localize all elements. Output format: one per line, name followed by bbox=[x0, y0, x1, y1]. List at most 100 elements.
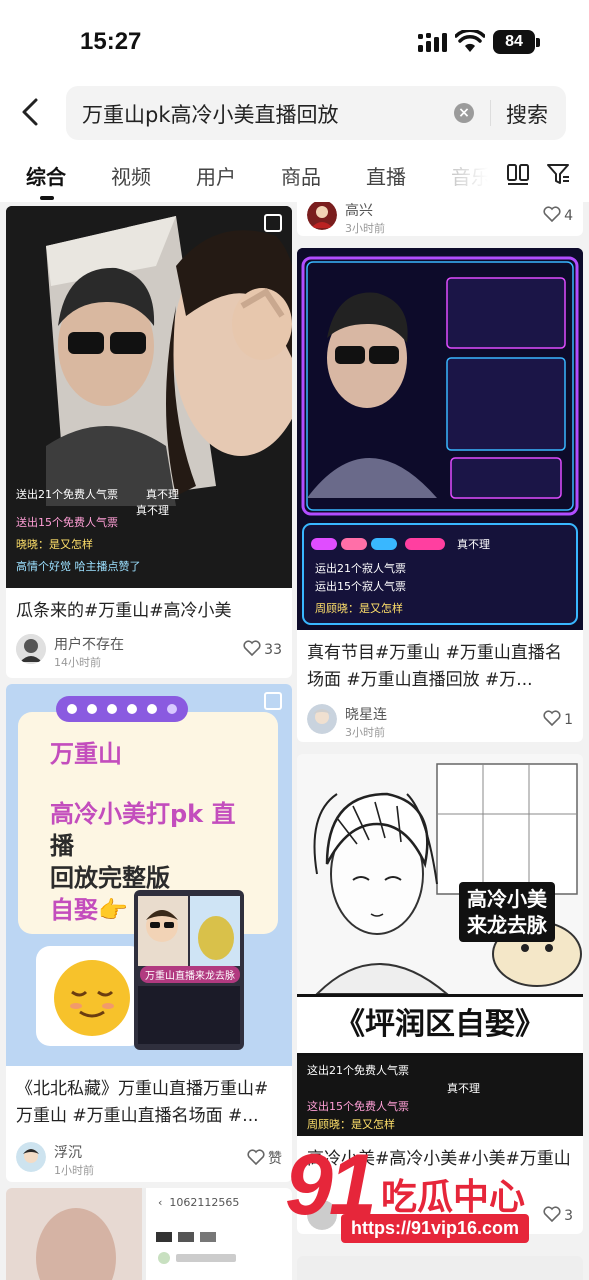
layout-toggle-icon[interactable] bbox=[506, 162, 530, 186]
heart-icon bbox=[543, 710, 561, 726]
card-title[interactable]: 真有节目#万重山 #万重山直播名场面 #万重山直播回放 #万... bbox=[307, 640, 573, 694]
overlay-line: 真不理 bbox=[146, 488, 179, 501]
overlay-line: 真不理 bbox=[457, 538, 490, 551]
post-time: 3小时前 bbox=[345, 726, 385, 739]
like-button[interactable]: 33 bbox=[243, 640, 282, 658]
filter-icon[interactable] bbox=[546, 162, 570, 186]
manga-label: 高冷小美 bbox=[467, 887, 547, 911]
overlay-line: 周顾晓：是又怎样 bbox=[315, 602, 403, 615]
avatar[interactable] bbox=[307, 704, 337, 734]
card-meta: 浮沉 1小时前 赞 bbox=[16, 1142, 282, 1178]
like-count: 赞 bbox=[268, 1151, 282, 1167]
card-title[interactable]: 《北北私藏》万重山直播万重山#万重山 #万重山直播名场面 #... bbox=[16, 1076, 282, 1130]
result-card[interactable]: 送出21个免费人气票 真不理 送出15个免费人气票 真不理 晓晓：是又怎样 高情… bbox=[6, 206, 292, 678]
poster-line: 播 bbox=[50, 832, 74, 860]
poster-line: 万重山 bbox=[50, 740, 122, 768]
wifi-icon bbox=[455, 30, 485, 52]
card-thumbnail[interactable]: 高冷小美 来龙去脉 《坪润区自娶》 这出21个免费人气票 真不理 这出15个免费… bbox=[297, 754, 583, 1136]
manga-thumbnail bbox=[297, 754, 583, 995]
overlay-line: 这出21个免费人气票 bbox=[307, 1064, 409, 1077]
card-thumbnail[interactable]: 送出21个免费人气票 真不理 送出15个免费人气票 真不理 晓晓：是又怎样 高情… bbox=[6, 206, 292, 588]
search-number: ‹ 1062112565 bbox=[158, 1196, 240, 1209]
poster-line: 自娶👉 bbox=[50, 896, 128, 924]
overlay-line: 这出15个免费人气票 bbox=[307, 1100, 409, 1113]
livestream-thumbnail bbox=[6, 206, 292, 588]
like-count: 1 bbox=[564, 712, 573, 728]
poster-caption: 万重山直播来龙去脉 bbox=[140, 966, 240, 983]
back-button[interactable] bbox=[12, 92, 52, 132]
like-button[interactable]: 1 bbox=[543, 710, 573, 728]
multi-image-icon bbox=[264, 692, 282, 710]
post-time: 3小时前 bbox=[345, 222, 385, 235]
card-thumbnail[interactable]: 万重山 高冷小美打pk 直 播 回放完整版 自娶👉 万重山直播来龙去脉 bbox=[6, 684, 292, 1066]
tab-products[interactable]: 商品 bbox=[281, 161, 321, 190]
overlay-line: 运出15个寂人气票 bbox=[315, 580, 406, 593]
overlay-line: 周顾晓：是又怎样 bbox=[307, 1118, 395, 1131]
tab-bar: 综合 视频 用户 商品 直播 音乐 bbox=[0, 146, 589, 202]
card-title[interactable]: 瓜条来的#万重山#高冷小美 bbox=[16, 598, 282, 625]
tab-users[interactable]: 用户 bbox=[196, 161, 236, 190]
card-meta: 高兴 3小时前 4 bbox=[307, 202, 573, 236]
status-time: 15:27 bbox=[80, 28, 142, 55]
avatar[interactable] bbox=[307, 202, 337, 230]
post-time: 1小时前 bbox=[54, 1164, 94, 1177]
poster-line: 高冷小美打pk 直 bbox=[50, 800, 236, 828]
watermark: 91 吃瓜中心 https://91vip16.com bbox=[285, 1140, 585, 1260]
results-feed: 送出21个免费人气票 真不理 送出15个免费人气票 真不理 晓晓：是又怎样 高情… bbox=[0, 202, 589, 1280]
result-card[interactable]: 真不理 运出21个寂人气票 运出15个寂人气票 周顾晓：是又怎样 真有节目#万重… bbox=[297, 248, 583, 742]
divider bbox=[490, 100, 491, 126]
author-name[interactable]: 用户不存在 bbox=[54, 634, 124, 654]
overlay-line: 真不理 bbox=[136, 504, 169, 517]
result-card-partial[interactable]: ‹ 1062112565 bbox=[6, 1188, 292, 1280]
search-query-text[interactable]: 万重山pk高冷小美直播回放 bbox=[82, 99, 339, 129]
manga-label: 来龙去脉 bbox=[467, 913, 547, 937]
active-tab-indicator bbox=[40, 196, 54, 200]
post-time: 14小时前 bbox=[54, 656, 101, 669]
poster-toolbar bbox=[56, 696, 188, 722]
like-count: 4 bbox=[564, 208, 573, 224]
heart-icon bbox=[247, 1149, 265, 1165]
result-card[interactable]: 万重山 高冷小美打pk 直 播 回放完整版 自娶👉 万重山直播来龙去脉 《北北私… bbox=[6, 684, 292, 1182]
app-screen: 15:27 84 万重山pk高冷小美直播回放 × 搜索 综合 视频 用户 商品 … bbox=[0, 0, 589, 1280]
overlay-line: 送出15个免费人气票 bbox=[16, 516, 118, 529]
search-header: 万重山pk高冷小美直播回放 × 搜索 bbox=[0, 80, 589, 146]
overlay-line: 运出21个寂人气票 bbox=[315, 562, 406, 575]
search-number-text: 1062112565 bbox=[169, 1196, 240, 1209]
watermark-brand: 吃瓜中心 bbox=[381, 1177, 526, 1218]
author-name[interactable]: 高兴 bbox=[345, 202, 373, 220]
card-meta: 用户不存在 14小时前 33 bbox=[16, 634, 282, 670]
search-button[interactable]: 搜索 bbox=[506, 99, 548, 129]
overlay-line: 晓晓：是又怎样 bbox=[16, 538, 93, 551]
watermark-url: https://91vip16.com bbox=[341, 1214, 530, 1243]
multi-image-icon bbox=[264, 214, 282, 232]
tab-fade bbox=[432, 146, 502, 202]
battery-indicator: 84 bbox=[493, 30, 535, 54]
tab-comprehensive[interactable]: 综合 bbox=[26, 161, 66, 190]
like-button[interactable]: 4 bbox=[543, 206, 573, 224]
relieved-emoji-icon bbox=[36, 946, 144, 1046]
author-name[interactable]: 浮沉 bbox=[54, 1142, 82, 1162]
overlay-line: 送出21个免费人气票 bbox=[16, 488, 118, 501]
card-thumbnail bbox=[6, 1188, 292, 1280]
heart-icon bbox=[243, 640, 261, 656]
search-input[interactable]: 万重山pk高冷小美直播回放 × 搜索 bbox=[66, 86, 566, 140]
avatar[interactable] bbox=[16, 1142, 46, 1172]
status-bar: 15:27 84 bbox=[0, 0, 589, 80]
like-count: 33 bbox=[264, 642, 282, 658]
manga-label-box: 高冷小美 来龙去脉 bbox=[459, 882, 555, 942]
tab-live[interactable]: 直播 bbox=[366, 161, 406, 190]
signal-icon bbox=[418, 33, 447, 52]
like-button[interactable]: 赞 bbox=[247, 1148, 282, 1168]
clear-icon[interactable]: × bbox=[454, 103, 474, 123]
result-card-partial[interactable]: 高兴 3小时前 4 bbox=[297, 202, 583, 236]
card-thumbnail[interactable]: 真不理 运出21个寂人气票 运出15个寂人气票 周顾晓：是又怎样 bbox=[297, 248, 583, 630]
card-meta: 晓星连 3小时前 1 bbox=[307, 704, 573, 740]
poster-line: 回放完整版 bbox=[50, 864, 170, 892]
heart-icon bbox=[543, 206, 561, 222]
author-name[interactable]: 晓星连 bbox=[345, 704, 387, 724]
battery-tip bbox=[536, 38, 540, 47]
avatar[interactable] bbox=[16, 634, 46, 664]
tab-video[interactable]: 视频 bbox=[111, 161, 151, 190]
overlay-line: 真不理 bbox=[447, 1082, 480, 1095]
overlay-line: 高情个好觉 哈主播点赞了 bbox=[16, 560, 141, 573]
